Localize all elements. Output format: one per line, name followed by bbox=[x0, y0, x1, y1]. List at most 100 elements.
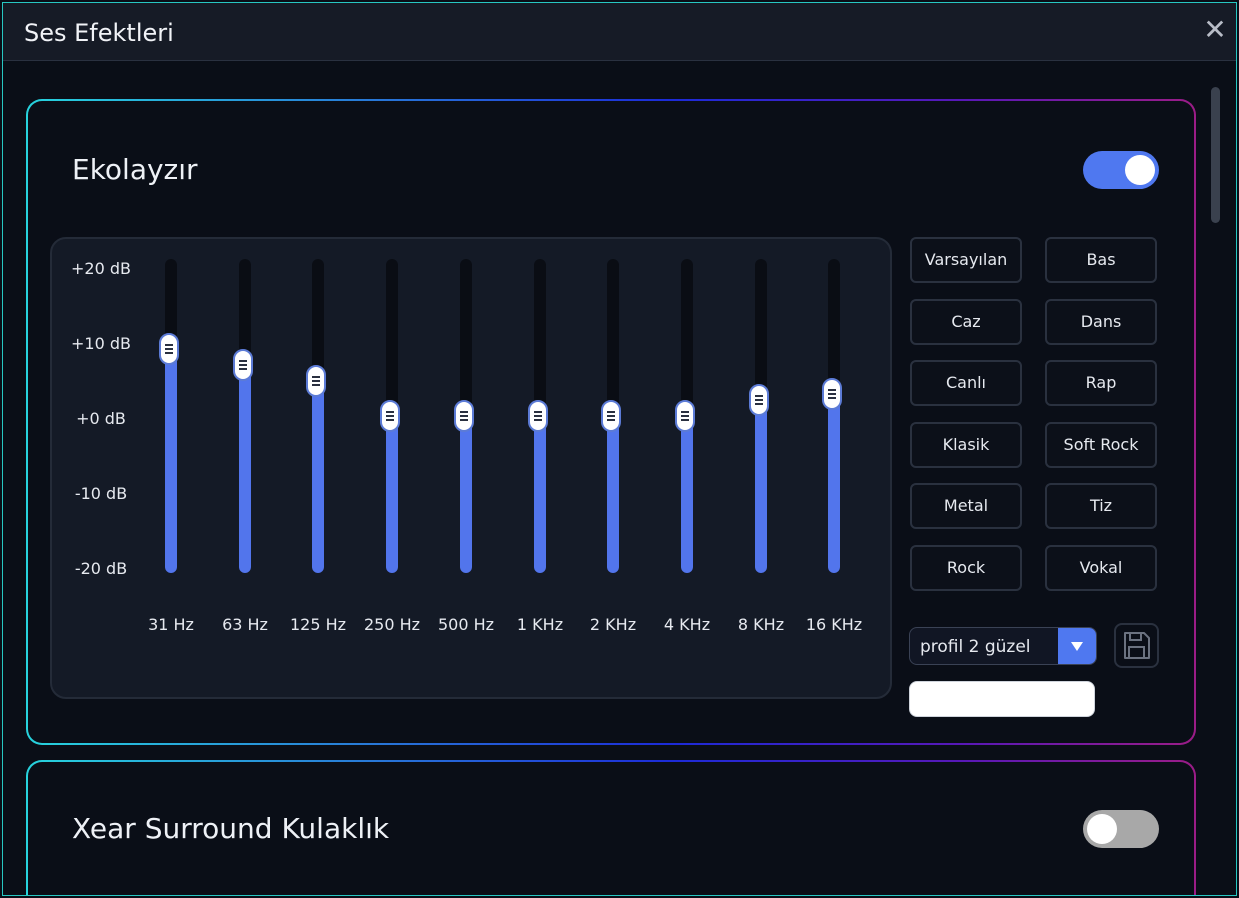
title-bar: Ses Efektleri ✕ bbox=[3, 3, 1236, 61]
eq-slider-fill bbox=[239, 365, 251, 573]
grip-line bbox=[828, 389, 836, 391]
eq-slider-band-7[interactable] bbox=[675, 259, 695, 573]
profile-select[interactable]: profil 2 güzel bbox=[909, 627, 1097, 665]
grip-line bbox=[165, 352, 173, 354]
preset-button[interactable]: Klasik bbox=[910, 421, 1022, 468]
toggle-knob bbox=[1125, 155, 1155, 185]
eq-slider-band-1[interactable] bbox=[233, 259, 253, 573]
grip-line bbox=[607, 411, 615, 413]
grip-line bbox=[312, 384, 320, 386]
eq-slider-band-0[interactable] bbox=[159, 259, 179, 573]
preset-button[interactable]: Rap bbox=[1045, 360, 1157, 407]
preset-button[interactable]: Varsayılan bbox=[910, 237, 1022, 283]
eq-slider-band-5[interactable] bbox=[528, 259, 548, 573]
window-title: Ses Efektleri bbox=[24, 19, 174, 47]
eq-slider-band-8[interactable] bbox=[749, 259, 769, 573]
eq-slider-fill bbox=[534, 416, 546, 573]
frequency-label: 2 KHz bbox=[589, 615, 637, 634]
eq-slider-handle[interactable] bbox=[749, 384, 769, 416]
chevron-down-icon[interactable] bbox=[1058, 628, 1096, 664]
preset-button[interactable]: Canlı bbox=[910, 360, 1022, 407]
eq-slider-band-2[interactable] bbox=[306, 259, 326, 573]
eq-slider-band-4[interactable] bbox=[454, 259, 474, 573]
frequency-label: 4 KHz bbox=[663, 615, 711, 634]
grip-line bbox=[239, 360, 247, 362]
eq-slider-fill bbox=[828, 394, 840, 573]
preset-button[interactable]: Soft Rock bbox=[1045, 421, 1157, 468]
equalizer-title: Ekolayzır bbox=[72, 153, 198, 186]
eq-slider-fill bbox=[165, 349, 177, 573]
eq-slider-fill bbox=[681, 416, 693, 573]
eq-slider-handle[interactable] bbox=[528, 400, 548, 432]
grip-line bbox=[460, 419, 468, 421]
surround-toggle[interactable] bbox=[1083, 810, 1159, 848]
eq-slider-band-3[interactable] bbox=[380, 259, 400, 573]
eq-slider-handle[interactable] bbox=[601, 400, 621, 432]
frequency-label: 63 Hz bbox=[222, 615, 268, 634]
preset-button[interactable]: Metal bbox=[910, 483, 1022, 530]
equalizer-panel: +20 dB +10 dB +0 dB -10 dB -20 dB 31 Hz 6… bbox=[50, 237, 892, 699]
db-label-minus10: -10 dB bbox=[74, 484, 128, 503]
frequency-label: 8 KHz bbox=[737, 615, 785, 634]
grip-line bbox=[386, 411, 394, 413]
grip-line bbox=[607, 415, 615, 417]
frequency-label: 31 Hz bbox=[148, 615, 194, 634]
frequency-label: 250 Hz bbox=[363, 615, 421, 634]
grip-line bbox=[312, 376, 320, 378]
grip-line bbox=[607, 419, 615, 421]
eq-slider-handle[interactable] bbox=[454, 400, 474, 432]
floppy-disk-icon bbox=[1124, 632, 1150, 659]
toggle-knob bbox=[1087, 814, 1117, 844]
grip-line bbox=[534, 415, 542, 417]
frequency-label: 500 Hz bbox=[437, 615, 495, 634]
scrollbar-thumb[interactable] bbox=[1211, 87, 1220, 223]
eq-slider-handle[interactable] bbox=[675, 400, 695, 432]
preset-button[interactable]: Vokal bbox=[1045, 545, 1157, 591]
frequency-label: 125 Hz bbox=[289, 615, 347, 634]
grip-line bbox=[681, 415, 689, 417]
eq-slider-fill bbox=[607, 416, 619, 573]
grip-line bbox=[755, 399, 763, 401]
sound-effects-window: Ses Efektleri ✕ Ekolayzır +20 dB +10 dB … bbox=[2, 2, 1237, 896]
eq-slider-fill bbox=[312, 381, 324, 573]
grip-line bbox=[755, 395, 763, 397]
eq-slider-handle[interactable] bbox=[822, 378, 842, 410]
grip-line bbox=[165, 348, 173, 350]
eq-slider-handle[interactable] bbox=[306, 365, 326, 397]
save-profile-button[interactable] bbox=[1114, 623, 1159, 668]
eq-slider-fill bbox=[386, 416, 398, 573]
grip-line bbox=[534, 419, 542, 421]
surround-card-body: Xear Surround Kulaklık bbox=[28, 762, 1194, 895]
preset-button[interactable]: Tiz bbox=[1045, 483, 1157, 530]
eq-slider-fill bbox=[460, 416, 472, 573]
grip-line bbox=[386, 415, 394, 417]
preset-button[interactable]: Dans bbox=[1045, 298, 1157, 345]
db-label-plus10: +10 dB bbox=[71, 334, 131, 353]
eq-slider-handle[interactable] bbox=[159, 333, 179, 365]
eq-slider-handle[interactable] bbox=[380, 400, 400, 432]
eq-slider-fill bbox=[755, 400, 767, 573]
db-label-plus20: +20 dB bbox=[71, 259, 131, 278]
surround-title: Xear Surround Kulaklık bbox=[72, 812, 390, 845]
frequency-label: 1 KHz bbox=[516, 615, 564, 634]
grip-line bbox=[681, 419, 689, 421]
grip-line bbox=[828, 393, 836, 395]
grip-line bbox=[386, 419, 394, 421]
eq-slider-handle[interactable] bbox=[233, 349, 253, 381]
grip-line bbox=[828, 397, 836, 399]
frequency-label: 16 KHz bbox=[805, 615, 863, 634]
equalizer-card-body: Ekolayzır +20 dB +10 dB +0 dB -10 dB -20… bbox=[28, 101, 1194, 743]
eq-slider-band-6[interactable] bbox=[601, 259, 621, 573]
profile-name-input[interactable] bbox=[909, 681, 1095, 717]
surround-card: Xear Surround Kulaklık bbox=[26, 760, 1196, 895]
eq-slider-band-9[interactable] bbox=[822, 259, 842, 573]
close-icon[interactable]: ✕ bbox=[1198, 13, 1232, 47]
preset-button[interactable]: Caz bbox=[910, 298, 1022, 345]
preset-button[interactable]: Rock bbox=[910, 545, 1022, 591]
db-label-minus20: -20 dB bbox=[74, 559, 128, 578]
grip-line bbox=[239, 364, 247, 366]
equalizer-toggle[interactable] bbox=[1083, 151, 1159, 189]
grip-line bbox=[165, 344, 173, 346]
grip-line bbox=[681, 411, 689, 413]
preset-button[interactable]: Bas bbox=[1045, 237, 1157, 283]
